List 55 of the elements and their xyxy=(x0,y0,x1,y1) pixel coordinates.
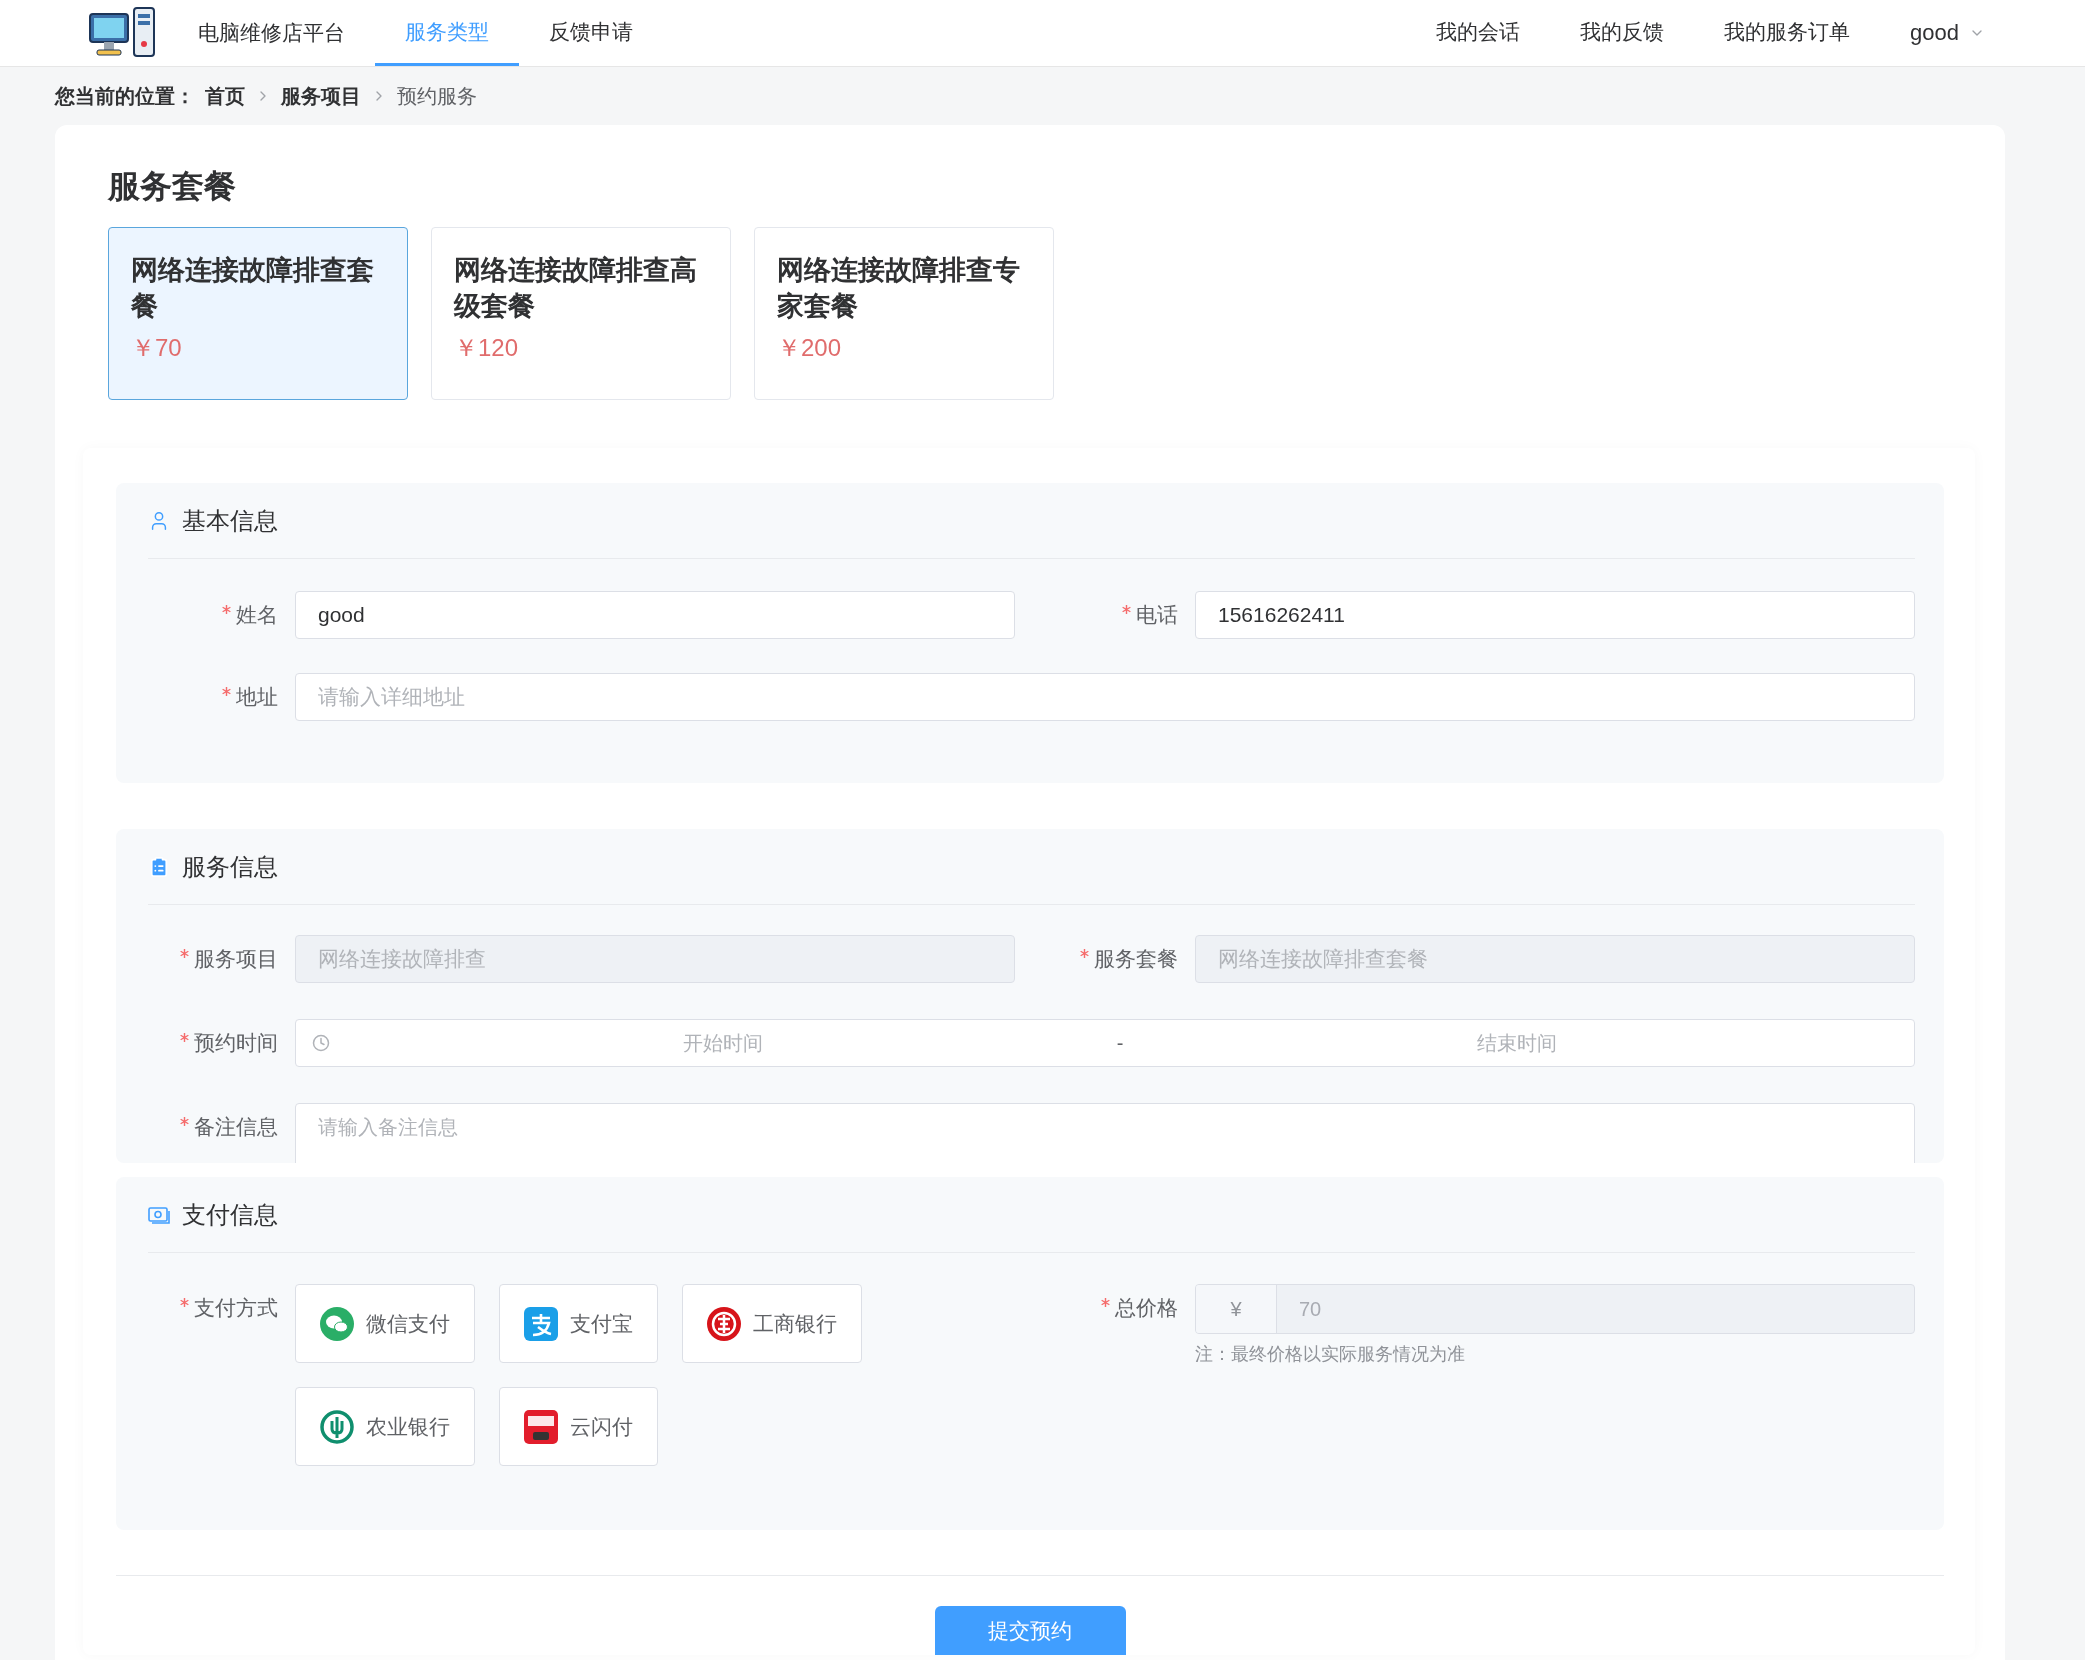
wheat-emblem-icon xyxy=(320,1409,354,1444)
phone-input[interactable]: 15616262411 xyxy=(1195,591,1915,639)
clock-icon xyxy=(312,1034,330,1052)
field-label: 地址 xyxy=(148,683,278,711)
clipboard-icon xyxy=(148,855,170,878)
field-label: 电话 xyxy=(1048,601,1178,629)
package-price: ￥120 xyxy=(454,333,520,363)
name-input[interactable]: good xyxy=(295,591,1015,639)
package-price: ￥200 xyxy=(777,333,843,363)
brand-link[interactable]: 电脑维修店平台 xyxy=(88,0,375,66)
pay-character-icon xyxy=(524,1306,558,1341)
field-label: 支付方式 xyxy=(148,1284,278,1322)
range-separator: - xyxy=(1116,1031,1124,1055)
remark-textarea[interactable]: 请输入备注信息 xyxy=(295,1103,1915,1163)
package-card[interactable]: 网络连接故障排查高级套餐 ￥120 xyxy=(431,227,731,400)
payment-option[interactable]: 支付宝 xyxy=(499,1284,658,1363)
payment-card-icon xyxy=(148,1204,170,1225)
nav-tab[interactable]: 反馈申请 xyxy=(519,0,663,66)
payment-option[interactable]: 工商银行 xyxy=(682,1284,862,1363)
breadcrumb-link[interactable]: 首页 xyxy=(205,82,245,110)
package-price: ￥70 xyxy=(131,333,183,363)
breadcrumb-link[interactable]: 服务项目 xyxy=(281,82,361,110)
end-time-input[interactable]: 结束时间 xyxy=(1133,1030,1900,1056)
section-title: 支付信息 xyxy=(182,1199,278,1230)
package-name: 网络连接故障排查高级套餐 xyxy=(454,254,698,323)
section-title: 基本信息 xyxy=(182,505,278,536)
bank-emblem-icon xyxy=(707,1306,741,1341)
nav-link[interactable]: 我的服务订单 xyxy=(1694,0,1881,66)
breadcrumb-label: 您当前的位置： xyxy=(55,83,195,109)
payment-option[interactable]: 农业银行 xyxy=(295,1387,475,1466)
currency-prefix: ¥ xyxy=(1196,1285,1277,1333)
package-card[interactable]: 网络连接故障排查套餐 ￥70 xyxy=(108,227,408,400)
chat-bubbles-icon xyxy=(320,1306,354,1341)
nav-link[interactable]: 我的反馈 xyxy=(1550,0,1695,66)
section-heading: 服务套餐 xyxy=(108,167,237,206)
section-title: 服务信息 xyxy=(182,851,278,882)
package-card[interactable]: 网络连接故障排查专家套餐 ￥200 xyxy=(754,227,1054,400)
nav-link[interactable]: 我的会话 xyxy=(1406,0,1551,66)
start-time-input[interactable]: 开始时间 xyxy=(340,1030,1107,1056)
user-menu[interactable]: good xyxy=(1880,0,1985,66)
package-name: 网络连接故障排查专家套餐 xyxy=(777,254,1021,323)
payment-option[interactable]: 微信支付 xyxy=(295,1284,475,1363)
app-tile-icon xyxy=(524,1409,558,1444)
computer-logo-icon xyxy=(88,6,158,60)
field-label: 总价格 xyxy=(1048,1284,1178,1322)
breadcrumb-link[interactable]: 预约服务 xyxy=(397,82,477,110)
address-input[interactable]: 请输入详细地址 xyxy=(295,673,1915,721)
field-label: 服务项目 xyxy=(148,945,278,973)
field-label: 备注信息 xyxy=(148,1103,278,1141)
payment-option[interactable]: 云闪付 xyxy=(499,1387,658,1466)
field-label: 预约时间 xyxy=(148,1029,278,1057)
field-label: 姓名 xyxy=(148,601,278,629)
field-label: 服务套餐 xyxy=(1048,945,1178,973)
price-note: 注：最终价格以实际服务情况为准 xyxy=(1195,1343,1466,1366)
package-name: 网络连接故障排查套餐 xyxy=(131,254,375,323)
